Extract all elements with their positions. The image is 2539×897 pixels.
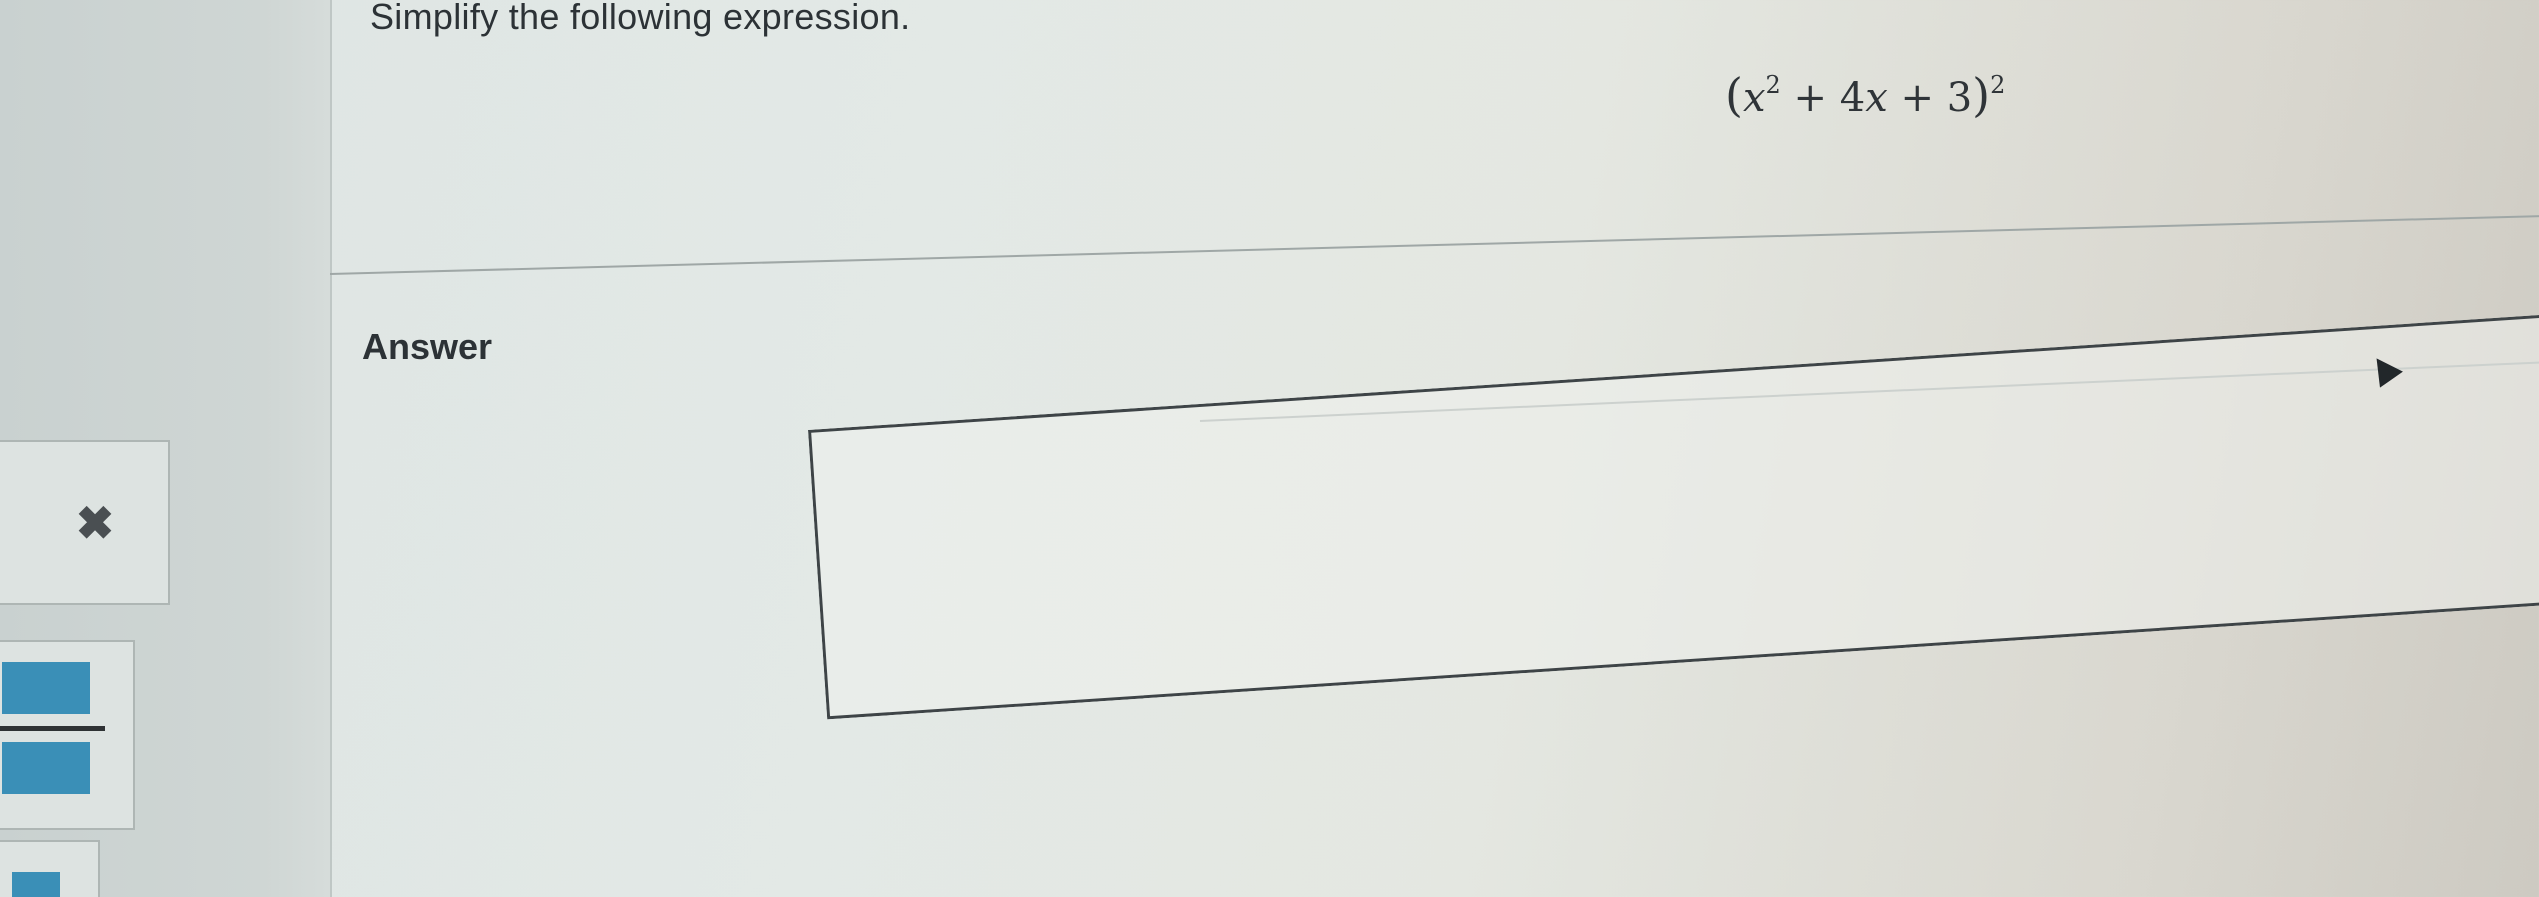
- answer-input[interactable]: [811, 316, 2539, 718]
- clear-button[interactable]: ✖: [0, 440, 170, 605]
- expression-middle-term: + 4: [1780, 75, 1866, 121]
- expression-open-paren: (: [1725, 68, 1743, 122]
- expression-close-paren: ): [1972, 68, 1991, 122]
- expression-var-x-second: x: [1865, 75, 1888, 121]
- expression-exponent-inner: 2: [1765, 70, 1781, 99]
- expression-var-x: x: [1742, 75, 1766, 121]
- question-title: Simplify the following expression.: [370, 0, 911, 37]
- answer-box[interactable]: [808, 313, 2539, 719]
- math-expression: (x2 + 4x + 3)2: [1725, 68, 2005, 122]
- close-icon: ✖: [75, 496, 115, 549]
- expression-exponent-outer: 2: [1990, 70, 2006, 99]
- math-toolbar-panel: ✖: [0, 0, 332, 897]
- section-divider: [329, 214, 2539, 275]
- answer-label: Answer: [362, 326, 493, 367]
- expression-constant-term: + 3: [1887, 75, 1973, 121]
- exponent-icon: [12, 872, 60, 897]
- fraction-button[interactable]: [0, 640, 135, 830]
- fraction-bar-icon: [0, 726, 105, 731]
- fraction-denominator-icon: [2, 742, 90, 794]
- exponent-button[interactable]: [0, 840, 100, 897]
- fraction-numerator-icon: [2, 662, 90, 714]
